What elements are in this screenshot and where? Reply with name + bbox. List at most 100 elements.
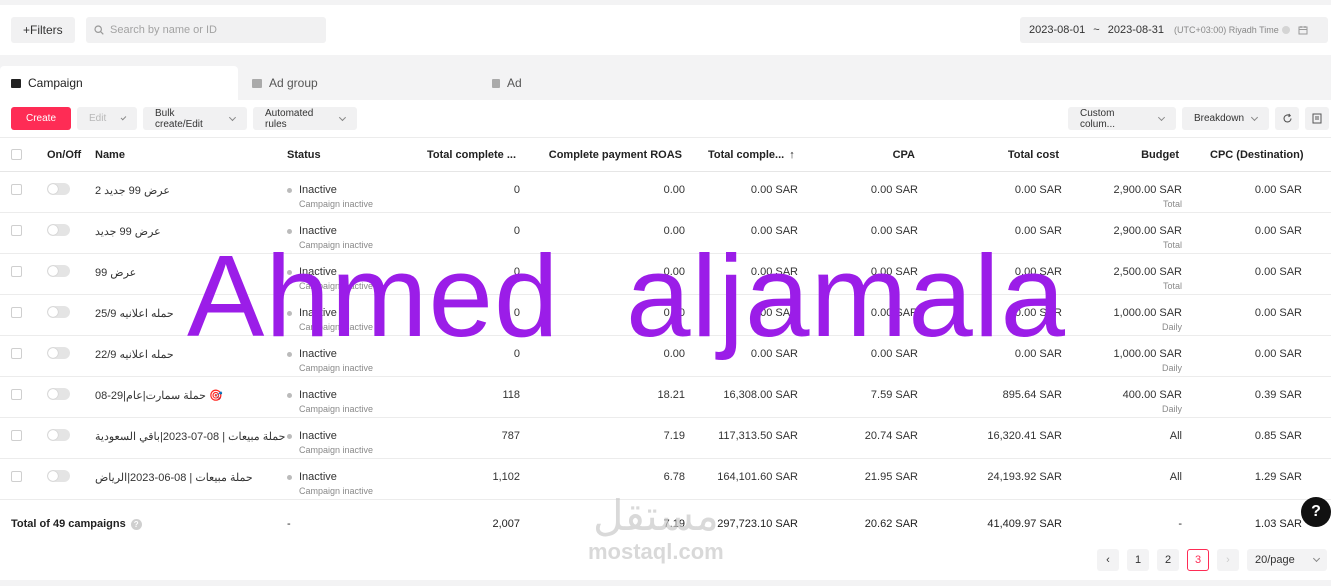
cpc-value: 0.00 SAR <box>1254 348 1302 360</box>
help-button[interactable]: ? <box>1301 497 1331 527</box>
refresh-button[interactable] <box>1275 107 1299 130</box>
calendar-icon[interactable] <box>1298 25 1308 35</box>
campaign-name[interactable]: عرض 99 جديد <box>95 225 161 238</box>
tab-label: Ad group <box>269 76 318 90</box>
on-off-toggle[interactable] <box>47 306 70 318</box>
on-off-toggle[interactable] <box>47 224 70 236</box>
total-cost-value: 0.00 SAR <box>1014 184 1062 196</box>
prev-page-button[interactable]: ‹ <box>1097 549 1119 571</box>
search-icon <box>94 25 104 35</box>
breakdown-button[interactable]: Breakdown <box>1182 107 1269 130</box>
budget-type: Daily <box>1161 322 1182 332</box>
cpc-value: 1.29 SAR <box>1254 471 1302 483</box>
edit-button[interactable]: Edit <box>77 107 137 130</box>
budget-value: All <box>1169 430 1182 442</box>
column-roas[interactable]: Complete payment ROAS <box>540 149 682 161</box>
chevron-down-icon <box>339 113 347 121</box>
create-button[interactable]: Create <box>11 107 71 130</box>
roas-value: 18.21 <box>657 389 685 401</box>
select-all-checkbox[interactable] <box>11 149 22 160</box>
complete-value: 117,313.50 SAR <box>718 430 798 442</box>
logo-arabic: مستقل <box>593 491 719 540</box>
clear-icon[interactable] <box>1281 26 1290 34</box>
cpa-value: 20.74 SAR <box>864 430 918 442</box>
column-cpa[interactable]: CPA <box>830 149 915 161</box>
campaign-name[interactable]: حملة سمارت|عام|29-08 🎯 <box>95 389 223 402</box>
cpc-value: 0.39 SAR <box>1254 389 1302 401</box>
tab-ad-group[interactable]: Ad group <box>252 66 472 100</box>
chevron-down-icon <box>1158 113 1166 121</box>
table-row[interactable]: حملة مبيعات | 08-07-2023|باقي السعودية I… <box>0 418 1331 459</box>
column-total-complete[interactable]: Total complete ... <box>400 149 516 161</box>
table-row[interactable]: عرض 99 جديد 2 Inactive Campaign inactive… <box>0 172 1331 213</box>
top-bar: +Filters 2023-08-01 ~ 2023-08-31 (UTC+03… <box>0 5 1331 55</box>
chevron-down-icon <box>120 114 127 120</box>
page-size-select[interactable]: 20/page <box>1247 549 1327 571</box>
column-cpc[interactable]: CPC (Destination) <box>1210 149 1304 161</box>
export-button[interactable] <box>1305 107 1329 130</box>
on-off-toggle[interactable] <box>47 183 70 195</box>
column-status[interactable]: Status <box>287 149 321 161</box>
column-total-complete-value[interactable]: Total comple... ↑ <box>708 149 795 161</box>
row-checkbox[interactable] <box>11 348 22 359</box>
status-dot <box>287 434 292 439</box>
total-label-text: Total of 49 campaigns <box>11 518 126 530</box>
date-range-picker[interactable]: 2023-08-01 ~ 2023-08-31 (UTC+03:00) Riya… <box>1020 17 1328 43</box>
column-total-cost[interactable]: Total cost <box>960 149 1059 161</box>
status-subtext: Campaign inactive <box>299 445 374 455</box>
cpc-value: 0.00 SAR <box>1254 184 1302 196</box>
column-name[interactable]: Name <box>95 149 125 161</box>
row-checkbox[interactable] <box>11 471 22 482</box>
timezone-label: (UTC+03:00) Riyadh Time <box>1174 25 1279 35</box>
total-cost-value: 16,320.41 SAR <box>987 430 1062 442</box>
breakdown-label: Breakdown <box>1194 113 1245 124</box>
column-budget[interactable]: Budget <box>1100 149 1179 161</box>
create-label: Create <box>25 113 56 124</box>
row-checkbox[interactable] <box>11 225 22 236</box>
campaign-name[interactable]: عرض 99 <box>95 266 136 279</box>
campaign-name[interactable]: حملة مبيعات | 08-06-2023|الرياض <box>95 471 253 484</box>
page-button-current[interactable]: 3 <box>1187 549 1209 571</box>
on-off-toggle[interactable] <box>47 470 70 482</box>
ad-icon <box>492 78 500 88</box>
chevron-right-icon: › <box>1226 554 1230 566</box>
automated-rules-button[interactable]: Automated rules <box>253 107 357 130</box>
next-page-button[interactable]: › <box>1217 549 1239 571</box>
campaign-name[interactable]: حملة مبيعات | 08-07-2023|باقي السعودية <box>95 430 285 443</box>
on-off-toggle[interactable] <box>47 265 70 277</box>
search-input[interactable] <box>110 24 310 36</box>
on-off-toggle[interactable] <box>47 388 70 400</box>
status-dot <box>287 475 292 480</box>
search-box[interactable] <box>86 17 326 43</box>
campaign-name[interactable]: عرض 99 جديد 2 <box>95 184 170 197</box>
budget-value: 2,900.00 SAR <box>1113 184 1183 196</box>
column-onoff[interactable]: On/Off <box>47 149 81 161</box>
campaign-name[interactable]: حمله اعلانيه 25/9 <box>95 307 174 320</box>
total-cpa: 20.62 SAR <box>864 518 918 530</box>
total-label: Total of 49 campaigns? <box>11 518 142 530</box>
bulk-edit-button[interactable]: Bulk create/Edit <box>143 107 247 130</box>
row-checkbox[interactable] <box>11 430 22 441</box>
on-off-toggle[interactable] <box>47 429 70 441</box>
row-checkbox[interactable] <box>11 266 22 277</box>
tab-campaign[interactable]: Campaign <box>0 66 238 100</box>
help-icon: ? <box>1311 503 1321 520</box>
filters-button[interactable]: +Filters <box>11 17 75 43</box>
tab-label: Ad <box>507 76 522 90</box>
row-checkbox[interactable] <box>11 184 22 195</box>
total-complete-value: 2,007 <box>492 518 520 530</box>
row-checkbox[interactable] <box>11 389 22 400</box>
page-button[interactable]: 2 <box>1157 549 1179 571</box>
logo-latin: mostaql.com <box>588 539 724 564</box>
tab-ad[interactable]: Ad <box>492 66 692 100</box>
total-complete-value: 787 <box>501 430 520 442</box>
campaign-name[interactable]: حمله اعلانيه 22/9 <box>95 348 174 361</box>
info-icon[interactable]: ? <box>130 519 142 530</box>
page-button[interactable]: 1 <box>1127 549 1149 571</box>
on-off-toggle[interactable] <box>47 347 70 359</box>
custom-columns-button[interactable]: Custom colum... <box>1068 107 1176 130</box>
total-cost-value: 895.64 SAR <box>1002 389 1062 401</box>
total-complete-value: 118 <box>502 389 520 401</box>
row-checkbox[interactable] <box>11 307 22 318</box>
table-row[interactable]: حملة سمارت|عام|29-08 🎯 Inactive Campaign… <box>0 377 1331 418</box>
